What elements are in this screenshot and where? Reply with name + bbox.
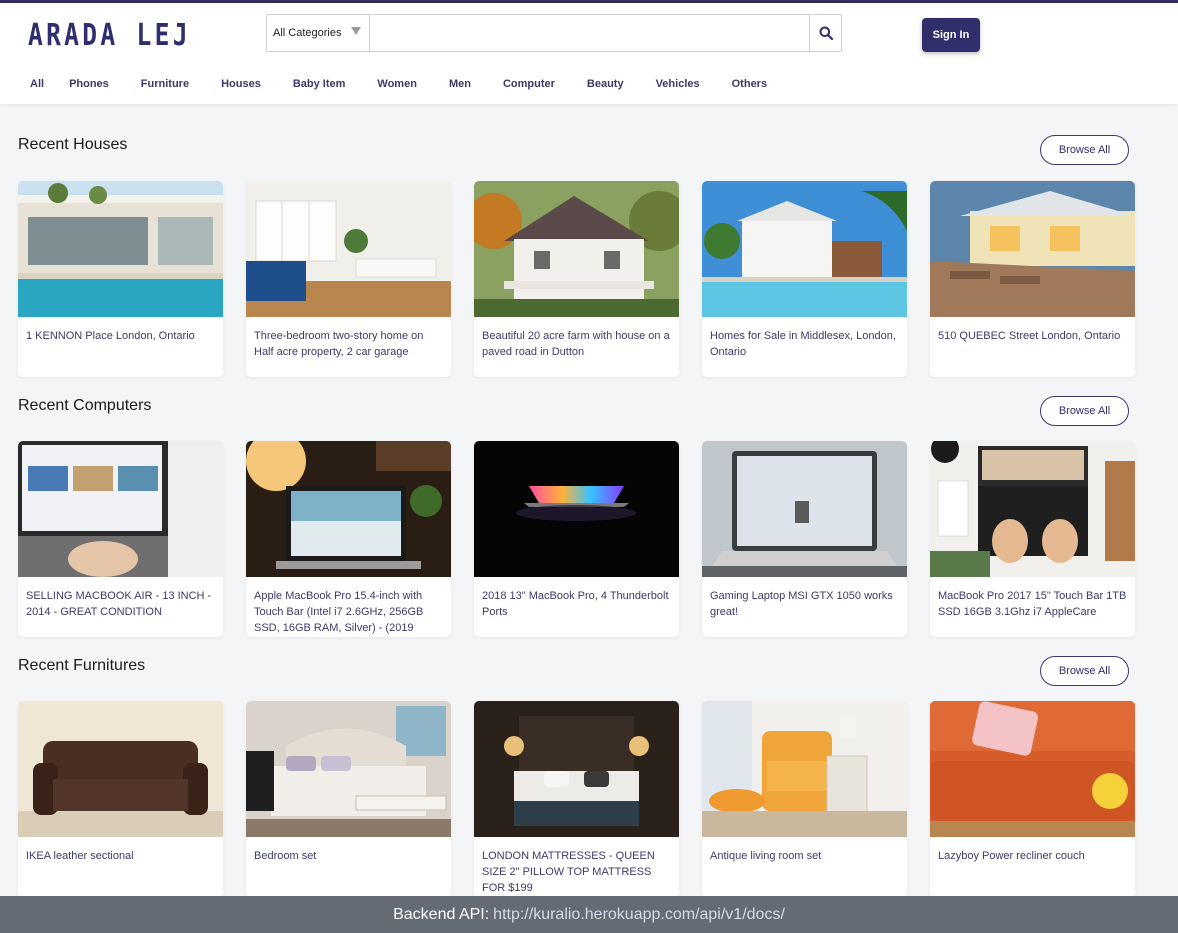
card-row: IKEA leather sectional Bedroom set LONDO… bbox=[18, 701, 1158, 897]
nav-item-men[interactable]: Men bbox=[449, 78, 471, 98]
footer-label: Backend API: bbox=[393, 905, 490, 923]
listing-title: LONDON MATTRESSES - QUEEN SIZE 2" PILLOW… bbox=[482, 850, 655, 894]
listing-title: IKEA leather sectional bbox=[26, 850, 134, 862]
listing-image bbox=[18, 701, 223, 837]
nav-item-beauty[interactable]: Beauty bbox=[587, 78, 624, 98]
nav-item-others[interactable]: Others bbox=[732, 78, 767, 98]
listing-title: MacBook Pro 2017 15" Touch Bar 1TB SSD 1… bbox=[938, 590, 1127, 618]
search-bar: All Categories bbox=[266, 14, 842, 52]
backend-api-link[interactable]: http://kuralio.herokuapp.com/api/v1/docs… bbox=[493, 906, 785, 924]
search-button[interactable] bbox=[809, 15, 841, 51]
listing-card[interactable]: IKEA leather sectional bbox=[18, 701, 223, 897]
search-input[interactable] bbox=[370, 15, 809, 51]
listing-card[interactable]: LONDON MATTRESSES - QUEEN SIZE 2" PILLOW… bbox=[474, 701, 679, 897]
sign-in-button[interactable]: Sign In bbox=[922, 18, 980, 52]
nav-item-vehicles[interactable]: Vehicles bbox=[656, 78, 700, 98]
listing-card[interactable]: Beautiful 20 acre farm with house on a p… bbox=[474, 181, 679, 377]
browse-all-button[interactable]: Browse All bbox=[1040, 135, 1129, 165]
listing-image bbox=[702, 441, 907, 577]
listing-title: 2018 13" MacBook Pro, 4 Thunderbolt Port… bbox=[482, 590, 669, 618]
listing-image bbox=[474, 181, 679, 317]
listing-card[interactable]: Lazyboy Power recliner couch bbox=[930, 701, 1135, 897]
listing-card[interactable]: Homes for Sale in Middlesex, London, Ont… bbox=[702, 181, 907, 377]
listing-card[interactable]: Apple MacBook Pro 15.4-inch with Touch B… bbox=[246, 441, 451, 637]
search-icon bbox=[819, 26, 833, 40]
listing-card[interactable]: Three-bedroom two-story home on Half acr… bbox=[246, 181, 451, 377]
listing-title: 510 QUEBEC Street London, Ontario bbox=[938, 330, 1121, 342]
footer-bar: Backend API: http://kuralio.herokuapp.co… bbox=[0, 896, 1178, 933]
listing-title: Lazyboy Power recliner couch bbox=[938, 850, 1085, 862]
card-row: SELLING MACBOOK AIR - 13 INCH - 2014 - G… bbox=[18, 441, 1158, 637]
listing-card[interactable]: 510 QUEBEC Street London, Ontario bbox=[930, 181, 1135, 377]
section-title: Recent Computers bbox=[18, 397, 152, 414]
nav-item-baby-item[interactable]: Baby Item bbox=[293, 78, 346, 98]
listing-image bbox=[246, 181, 451, 317]
listing-image bbox=[930, 181, 1135, 317]
listing-image bbox=[702, 701, 907, 837]
site-logo[interactable]: ARADA LEJ bbox=[28, 18, 191, 53]
listing-image bbox=[930, 701, 1135, 837]
listing-title: Antique living room set bbox=[710, 850, 822, 862]
browse-all-button[interactable]: Browse All bbox=[1040, 396, 1129, 426]
nav-item-computer[interactable]: Computer bbox=[503, 78, 555, 98]
nav-item-furniture[interactable]: Furniture bbox=[141, 78, 189, 98]
listing-card[interactable]: MacBook Pro 2017 15" Touch Bar 1TB SSD 1… bbox=[930, 441, 1135, 637]
dropdown-arrow-icon bbox=[351, 27, 361, 35]
listing-title: Beautiful 20 acre farm with house on a p… bbox=[482, 330, 670, 358]
category-select-value: All Categories bbox=[273, 27, 342, 39]
listing-image bbox=[18, 181, 223, 317]
listing-title: Homes for Sale in Middlesex, London, Ont… bbox=[710, 330, 896, 358]
nav-item-phones[interactable]: Phones bbox=[69, 78, 109, 98]
nav-item-women[interactable]: Women bbox=[377, 78, 417, 98]
listing-image bbox=[246, 701, 451, 837]
listing-card[interactable]: Antique living room set bbox=[702, 701, 907, 897]
listing-title: Gaming Laptop MSI GTX 1050 works great! bbox=[710, 590, 893, 618]
listing-title: Bedroom set bbox=[254, 850, 317, 862]
site-header: ARADA LEJ All Categories Sign In All Pho… bbox=[0, 3, 1178, 104]
card-row: 1 KENNON Place London, Ontario Three-bed… bbox=[18, 181, 1158, 377]
listing-card[interactable]: 2018 13" MacBook Pro, 4 Thunderbolt Port… bbox=[474, 441, 679, 637]
nav-item-houses[interactable]: Houses bbox=[221, 78, 261, 98]
listing-image bbox=[474, 701, 679, 837]
category-nav: All Phones Furniture Houses Baby Item Wo… bbox=[0, 78, 767, 98]
section-title: Recent Furnitures bbox=[18, 657, 146, 674]
listing-card[interactable]: SELLING MACBOOK AIR - 13 INCH - 2014 - G… bbox=[18, 441, 223, 637]
listing-title: 1 KENNON Place London, Ontario bbox=[26, 330, 195, 342]
listing-title: SELLING MACBOOK AIR - 13 INCH - 2014 - G… bbox=[26, 590, 212, 618]
listing-title: Three-bedroom two-story home on Half acr… bbox=[254, 330, 424, 358]
category-select[interactable]: All Categories bbox=[267, 15, 370, 51]
listing-card[interactable]: 1 KENNON Place London, Ontario bbox=[18, 181, 223, 377]
section-title: Recent Houses bbox=[18, 136, 128, 153]
listing-image bbox=[246, 441, 451, 577]
browse-all-button[interactable]: Browse All bbox=[1040, 656, 1129, 686]
listing-image bbox=[702, 181, 907, 317]
listing-image bbox=[18, 441, 223, 577]
listing-image bbox=[930, 441, 1135, 577]
listing-card[interactable]: Gaming Laptop MSI GTX 1050 works great! bbox=[702, 441, 907, 637]
listing-card[interactable]: Bedroom set bbox=[246, 701, 451, 897]
listing-title: Apple MacBook Pro 15.4-inch with Touch B… bbox=[254, 590, 424, 634]
nav-item-all[interactable]: All bbox=[30, 78, 44, 98]
listing-image bbox=[474, 441, 679, 577]
